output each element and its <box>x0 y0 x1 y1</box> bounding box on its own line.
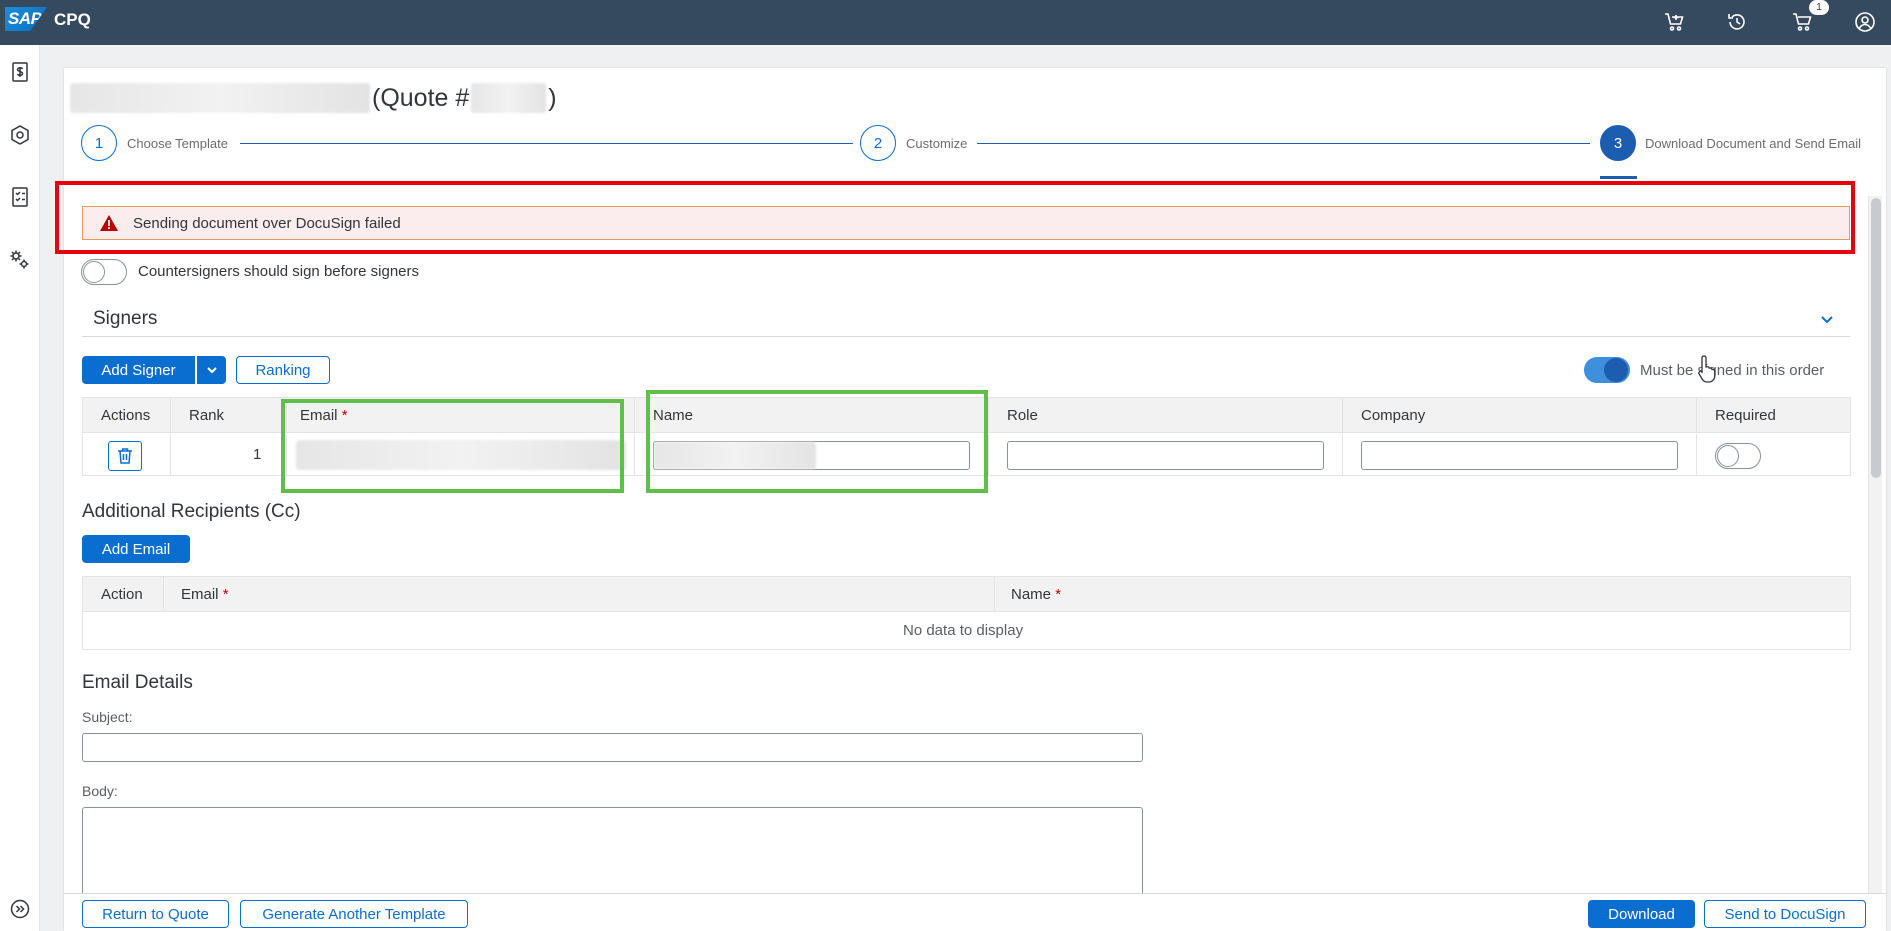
chevron-down-icon <box>206 367 217 374</box>
column-header-role: Role <box>1007 407 1038 424</box>
send-to-docusign-button[interactable]: Send to DocuSign <box>1704 900 1866 928</box>
signers-section-divider <box>82 336 1850 337</box>
chevron-down-icon[interactable] <box>1816 308 1838 330</box>
required-marker: * <box>1055 586 1062 603</box>
add-signer-menu-button[interactable] <box>197 356 226 384</box>
page-title: (Quote # <box>372 83 470 112</box>
column-separator <box>634 434 635 475</box>
generate-another-template-button[interactable]: Generate Another Template <box>240 900 468 928</box>
history-icon[interactable] <box>1721 6 1753 38</box>
column-header-required: Required <box>1715 407 1776 424</box>
settings-gears-icon[interactable] <box>4 244 36 276</box>
cart-count-badge: 1 <box>1809 0 1829 15</box>
step-1-circle[interactable]: 1 <box>81 125 117 161</box>
signer-required-switch[interactable] <box>1715 443 1761 469</box>
no-data-text: No data to display <box>903 622 1024 639</box>
column-separator <box>994 577 995 611</box>
expand-navigation-icon[interactable] <box>4 893 36 925</box>
email-details-title: Email Details <box>82 672 193 693</box>
column-separator <box>170 398 171 432</box>
column-separator <box>1696 398 1697 432</box>
column-separator <box>988 398 989 432</box>
column-separator <box>1342 398 1343 432</box>
page-title-row: (Quote # ) <box>70 82 559 114</box>
error-highlight-frame <box>55 181 1855 254</box>
column-header-rank: Rank <box>189 407 225 424</box>
redacted-quote-name <box>70 83 370 113</box>
column-header-company: Company <box>1361 407 1426 424</box>
trash-icon <box>118 448 132 464</box>
countersign-order-switch[interactable] <box>81 259 127 285</box>
column-separator <box>988 434 989 475</box>
sap-logo[interactable]: SAP <box>5 7 47 31</box>
subject-input[interactable] <box>82 733 1143 762</box>
column-separator <box>1696 434 1697 475</box>
redacted-quote-number <box>471 83 547 113</box>
step-1-label[interactable]: Choose Template <box>127 136 228 151</box>
column-header-actions: Actions <box>101 407 151 424</box>
step-3-label[interactable]: Download Document and Send Email <box>1645 136 1861 151</box>
recipients-table-header: Action Email * Name * <box>82 576 1851 612</box>
step-2-label[interactable]: Customize <box>906 136 967 151</box>
ranking-button[interactable]: Ranking <box>236 356 330 384</box>
left-navigation-rail <box>0 45 40 931</box>
delete-signer-button[interactable] <box>108 441 142 471</box>
body-textarea[interactable] <box>82 807 1143 897</box>
step-connector-2 <box>977 143 1590 144</box>
add-email-button[interactable]: Add Email <box>82 535 190 563</box>
signers-section-title: Signers <box>93 308 158 329</box>
required-marker: * <box>222 586 229 603</box>
step-3-circle[interactable]: 3 <box>1600 125 1636 161</box>
step-2-circle[interactable]: 2 <box>860 125 896 161</box>
vertical-scrollbar[interactable] <box>1868 196 1882 896</box>
name-highlight-frame <box>646 390 988 493</box>
signing-order-label: Must be signed in this order <box>1640 362 1825 379</box>
page-title-close: ) <box>548 83 557 112</box>
email-highlight-frame <box>281 399 624 493</box>
column-header-cc-email: Email * <box>181 586 229 603</box>
scrollbar-thumb[interactable] <box>1871 198 1881 478</box>
quote-document-icon[interactable] <box>4 56 36 88</box>
switch-knob <box>1717 445 1739 467</box>
body-label: Body: <box>82 783 118 799</box>
cc-name-header-text: Name <box>1011 586 1052 603</box>
user-profile-icon[interactable] <box>1849 6 1881 38</box>
switch-knob <box>1604 358 1628 382</box>
download-button[interactable]: Download <box>1588 900 1695 928</box>
column-header-action: Action <box>101 586 143 603</box>
column-separator <box>1342 434 1343 475</box>
column-header-cc-name: Name * <box>1011 586 1061 603</box>
return-to-quote-button[interactable]: Return to Quote <box>82 900 229 928</box>
signer-rank: 1 <box>253 446 262 463</box>
recipients-empty-row: No data to display <box>82 612 1851 650</box>
app-name[interactable]: CPQ <box>54 10 91 30</box>
step-connector-1 <box>240 143 853 144</box>
column-separator <box>163 577 164 611</box>
add-signer-button[interactable]: Add Signer <box>82 356 195 384</box>
active-step-indicator <box>1600 176 1637 179</box>
countersign-order-label: Countersigners should sign before signer… <box>138 263 419 280</box>
subject-label: Subject: <box>82 709 133 725</box>
product-catalog-icon[interactable] <box>4 119 36 151</box>
checklist-icon[interactable] <box>4 181 36 213</box>
column-separator <box>634 398 635 432</box>
switch-knob <box>83 261 105 283</box>
cc-email-header-text: Email <box>181 586 219 603</box>
column-separator <box>170 434 171 475</box>
add-to-cart-icon[interactable] <box>1658 6 1690 38</box>
signing-order-switch[interactable] <box>1584 357 1630 383</box>
recipients-section-title: Additional Recipients (Cc) <box>82 501 301 522</box>
signer-role-input[interactable] <box>1007 441 1324 470</box>
shell-bar: SAP CPQ 1 <box>0 0 1891 45</box>
mouse-cursor-icon <box>1698 355 1716 383</box>
signer-company-input[interactable] <box>1361 441 1678 470</box>
